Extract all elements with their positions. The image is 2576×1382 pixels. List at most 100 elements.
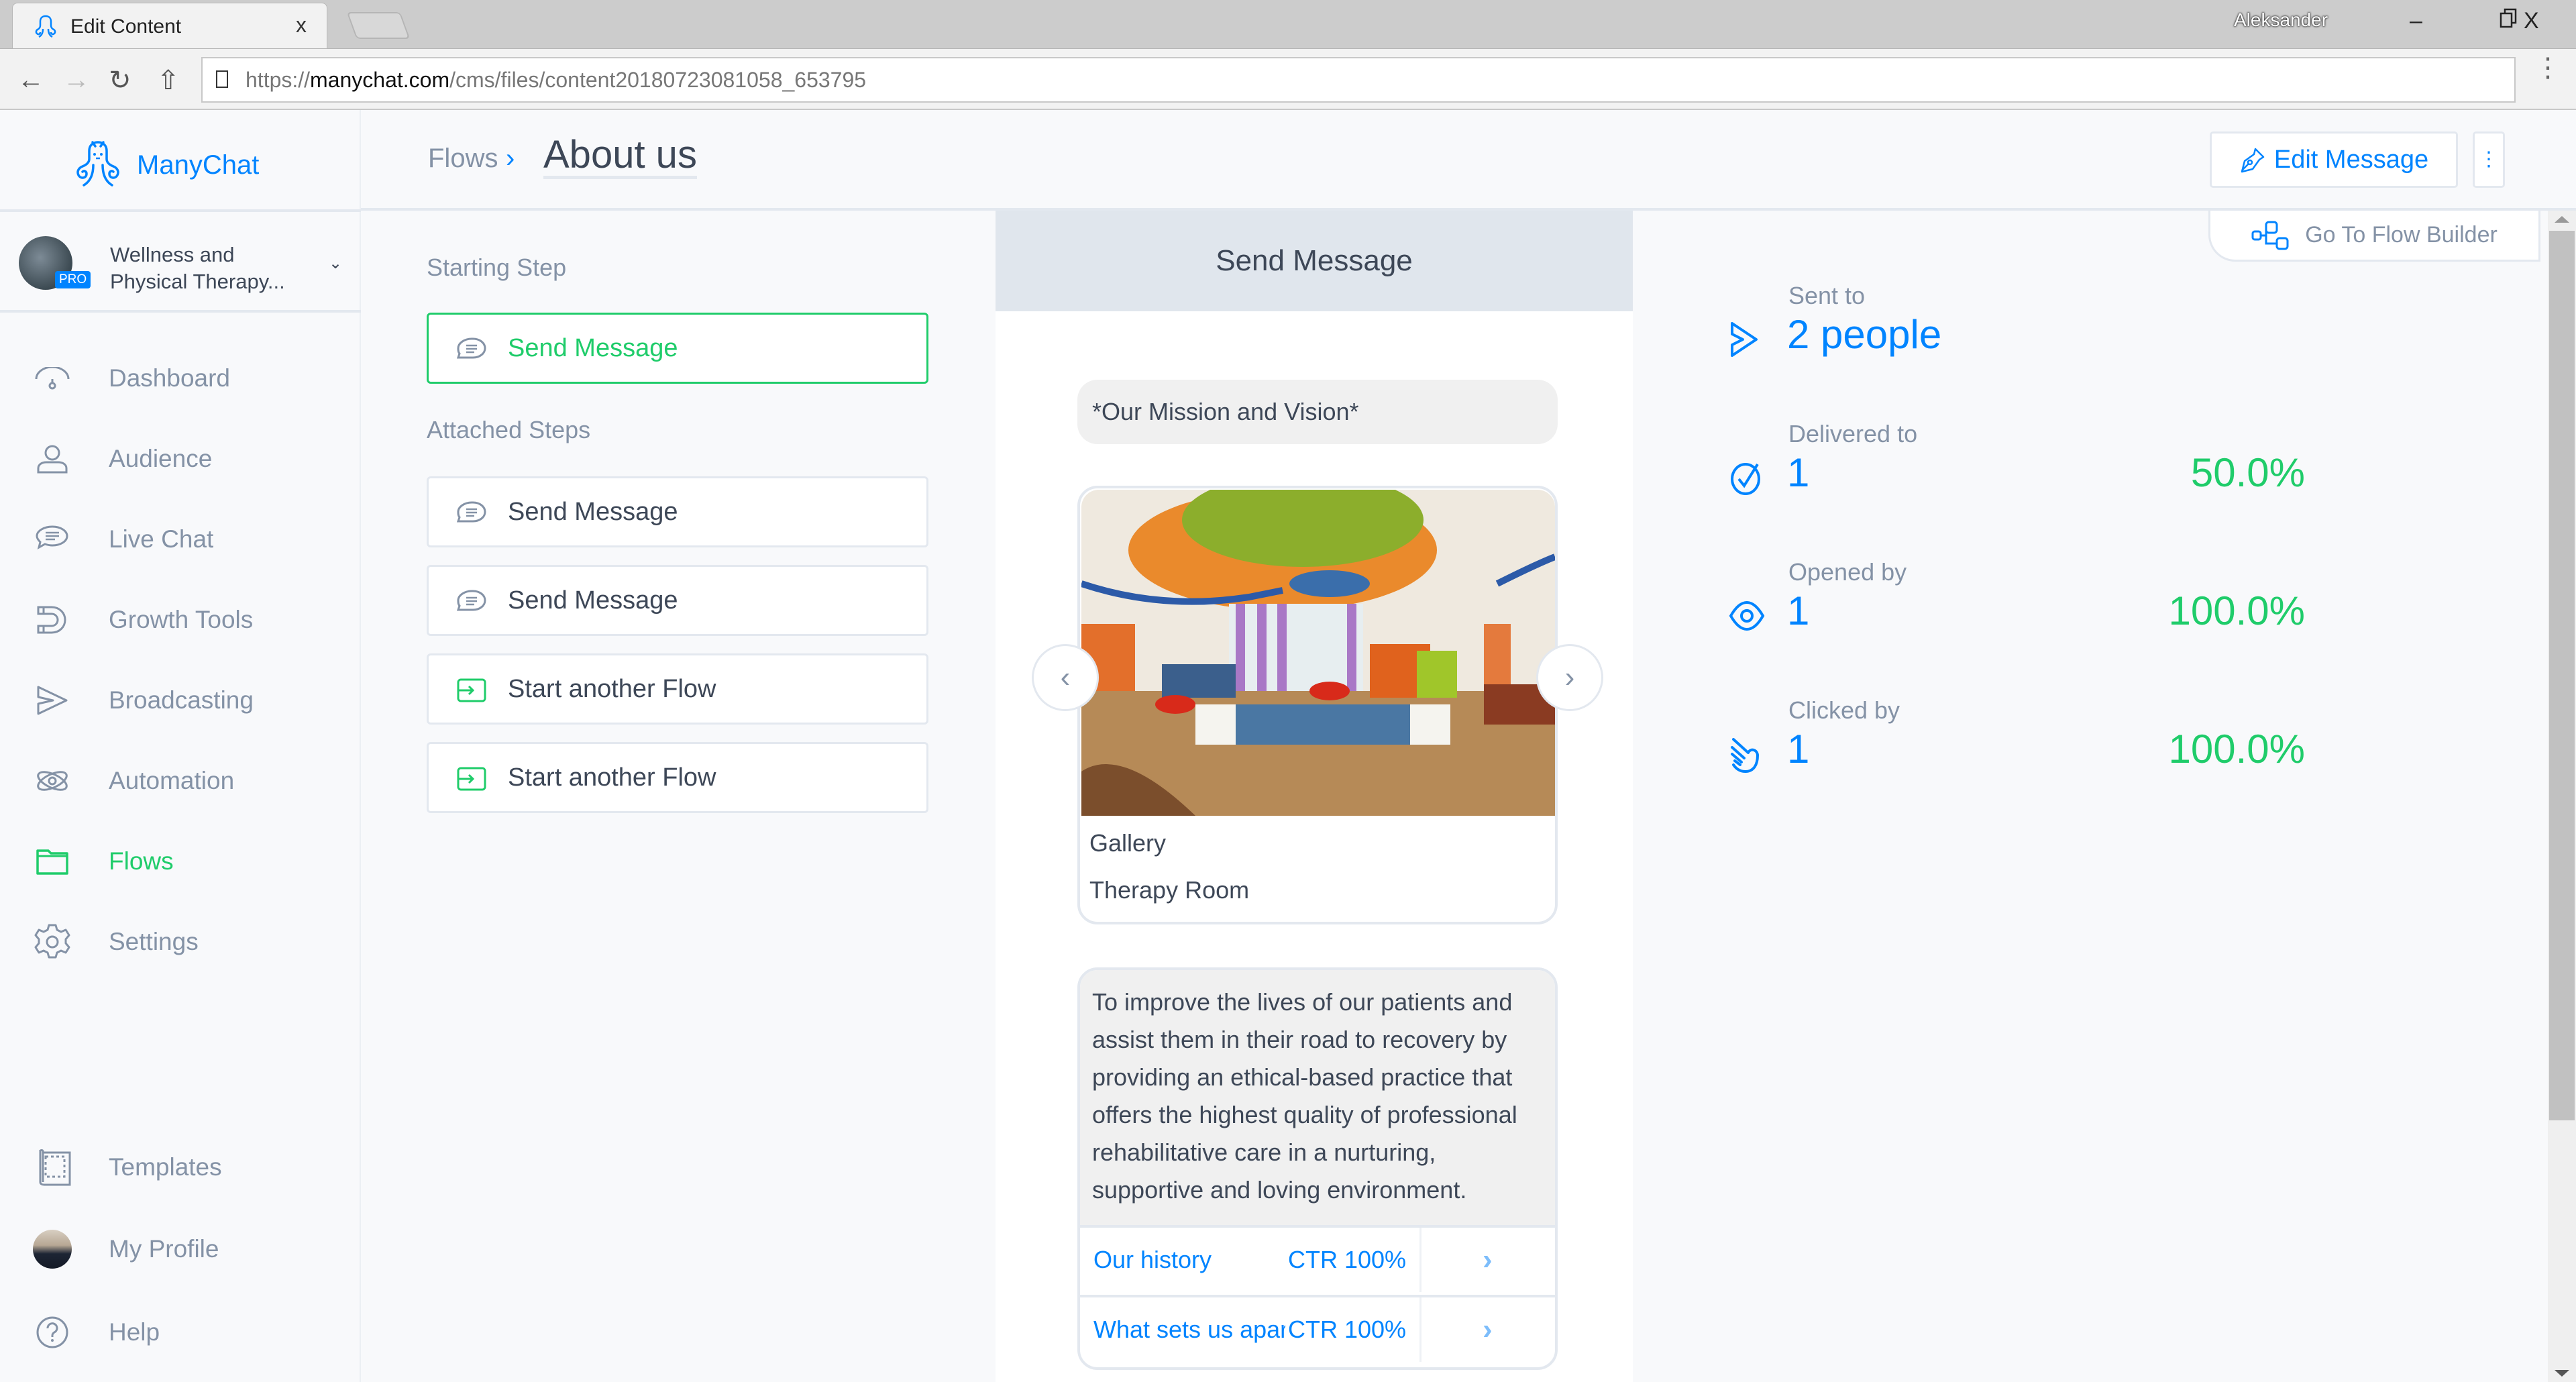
starting-step-send-message[interactable]: Send Message bbox=[427, 313, 928, 384]
stat-label: Clicked by bbox=[1788, 696, 1900, 724]
start-flow-icon bbox=[457, 767, 486, 791]
restore-button[interactable] bbox=[2500, 8, 2518, 34]
message-button-ctr: CTR 100% bbox=[1285, 1246, 1407, 1274]
gallery-card: Gallery Therapy Room bbox=[1077, 486, 1558, 924]
chat-bubble-icon bbox=[32, 519, 72, 560]
minimize-button[interactable]: – bbox=[2410, 8, 2422, 34]
page-scrollbar[interactable] bbox=[2548, 211, 2576, 1382]
message-button-ctr: CTR 100% bbox=[1285, 1316, 1407, 1344]
attached-step[interactable]: Start another Flow bbox=[427, 653, 928, 725]
page-title[interactable]: About us bbox=[543, 134, 697, 179]
scrollbar-thumb[interactable] bbox=[2549, 231, 2575, 1120]
carousel-prev-button[interactable]: ‹ bbox=[1032, 644, 1099, 711]
new-tab-button[interactable] bbox=[346, 12, 411, 39]
scroll-down-arrow-icon[interactable] bbox=[2555, 1370, 2569, 1377]
starting-step-heading: Starting Step bbox=[427, 254, 567, 281]
page-header: Flows › About us Edit Message ⋮ bbox=[361, 110, 2576, 211]
text-card-body: To improve the lives of our patients and… bbox=[1080, 970, 1555, 1225]
manychat-octopus-icon bbox=[76, 141, 119, 187]
browser-menu-icon[interactable]: ⋮ bbox=[2534, 54, 2561, 81]
sidebar-item-broadcasting[interactable]: Broadcasting bbox=[32, 680, 341, 721]
browser-titlebar: Edit Content x Aleksander – X bbox=[0, 0, 2576, 48]
scroll-up-arrow-icon[interactable] bbox=[2555, 216, 2569, 223]
sidebar-item-label: Audience bbox=[109, 445, 213, 472]
sidebar-item-growth-tools[interactable]: Growth Tools bbox=[32, 600, 341, 640]
window-close-button[interactable]: X bbox=[2524, 8, 2539, 34]
manychat-favicon-icon bbox=[35, 15, 56, 38]
brand-name: ManyChat bbox=[137, 150, 260, 180]
breadcrumb-flows-link[interactable]: Flows bbox=[428, 144, 498, 174]
sidebar-divider bbox=[0, 310, 361, 313]
sidebar-item-label: Flows bbox=[109, 847, 174, 875]
help-circle-icon bbox=[32, 1312, 72, 1352]
sidebar-item-label: Automation bbox=[109, 767, 235, 794]
brand-logo[interactable]: ManyChat bbox=[72, 140, 259, 191]
step-label: Start another Flow bbox=[508, 674, 716, 703]
url-text[interactable]: https://manychat.com/cms/files/content20… bbox=[246, 68, 866, 93]
go-to-flow-builder-button[interactable]: Go To Flow Builder bbox=[2208, 211, 2540, 262]
message-button-label: What sets us apart bbox=[1093, 1316, 1288, 1343]
send-icon bbox=[32, 680, 72, 721]
chevron-down-icon[interactable]: ⌄ bbox=[329, 254, 342, 273]
step-label: Start another Flow bbox=[508, 763, 716, 792]
sidebar-item-label: Broadcasting bbox=[109, 686, 254, 714]
step-label: Send Message bbox=[508, 333, 678, 362]
gallery-image bbox=[1081, 490, 1555, 816]
folder-icon bbox=[32, 841, 72, 882]
edit-message-button[interactable]: Edit Message bbox=[2210, 131, 2458, 188]
reload-icon[interactable]: ↻ bbox=[109, 65, 131, 96]
attached-step[interactable]: Send Message bbox=[427, 565, 928, 636]
restore-icon bbox=[2500, 8, 2517, 28]
message-button[interactable]: What sets us apart CTR 100% › bbox=[1080, 1295, 1555, 1362]
more-options-button[interactable]: ⋮ bbox=[2473, 131, 2505, 188]
sidebar-item-dashboard[interactable]: Dashboard bbox=[32, 358, 341, 398]
stat-label: Sent to bbox=[1788, 282, 1866, 309]
sidebar-item-label: Growth Tools bbox=[109, 606, 254, 633]
url-scheme: https:// bbox=[246, 68, 311, 92]
sidebar-item-live-chat[interactable]: Live Chat bbox=[32, 519, 341, 560]
stat-percent: 100.0% bbox=[2168, 727, 2306, 772]
back-arrow-icon[interactable]: ← bbox=[17, 65, 44, 95]
template-scroll-icon bbox=[32, 1147, 72, 1187]
flow-builder-label: Go To Flow Builder bbox=[2305, 222, 2498, 248]
gallery-card-title: Gallery bbox=[1089, 829, 1167, 857]
page-info-icon[interactable] bbox=[216, 70, 228, 88]
atom-icon bbox=[32, 761, 72, 801]
account-switcher[interactable]: PRO Wellness and Physical Therapy... ⌄ bbox=[16, 233, 352, 301]
account-name-line2: Physical Therapy... bbox=[110, 270, 285, 293]
browser-tab[interactable]: Edit Content x bbox=[12, 3, 327, 48]
address-bar[interactable]: https://manychat.com/cms/files/content20… bbox=[201, 57, 2516, 103]
step-label: Send Message bbox=[508, 497, 678, 526]
sidebar-item-help[interactable]: Help bbox=[32, 1312, 341, 1352]
gear-icon bbox=[32, 922, 72, 962]
person-icon bbox=[32, 439, 72, 479]
attached-step[interactable]: Start another Flow bbox=[427, 742, 928, 813]
forward-arrow-icon[interactable]: → bbox=[63, 65, 90, 95]
window-user-name: Aleksander bbox=[2234, 9, 2328, 30]
home-icon[interactable]: ⇧ bbox=[157, 65, 180, 96]
message-preview: Send Message *Our Mission and Vision* Ga… bbox=[996, 211, 1633, 1382]
sidebar-item-flows[interactable]: Flows bbox=[32, 841, 341, 882]
carousel-next-button[interactable]: › bbox=[1536, 644, 1603, 711]
hand-click-icon bbox=[1731, 738, 1760, 774]
sidebar-item-label: Templates bbox=[109, 1153, 222, 1181]
breadcrumb-chevron-icon: › bbox=[506, 144, 515, 173]
attached-step[interactable]: Send Message bbox=[427, 476, 928, 547]
stat-value: 2 people bbox=[1787, 312, 1942, 357]
sidebar-item-settings[interactable]: Settings bbox=[32, 922, 341, 962]
tab-close-button[interactable]: x bbox=[296, 13, 307, 38]
preview-title: Send Message bbox=[996, 211, 1633, 311]
button-divider bbox=[1419, 1297, 1421, 1362]
attached-steps-heading: Attached Steps bbox=[427, 416, 591, 443]
chevron-right-icon[interactable]: › bbox=[1483, 1313, 1493, 1346]
message-button[interactable]: Our history CTR 100% › bbox=[1080, 1225, 1555, 1292]
sidebar-item-templates[interactable]: Templates bbox=[32, 1147, 341, 1187]
chevron-right-icon[interactable]: › bbox=[1483, 1243, 1493, 1277]
url-host: manychat.com bbox=[310, 68, 450, 92]
stat-delivered: Delivered to 1 50.0% bbox=[1634, 420, 2305, 527]
dashboard-gauge-icon bbox=[32, 358, 72, 398]
sidebar-item-audience[interactable]: Audience bbox=[32, 439, 341, 479]
sidebar-item-my-profile[interactable]: My Profile bbox=[32, 1229, 341, 1269]
sidebar-item-automation[interactable]: Automation bbox=[32, 761, 341, 801]
send-icon bbox=[1731, 322, 1758, 357]
